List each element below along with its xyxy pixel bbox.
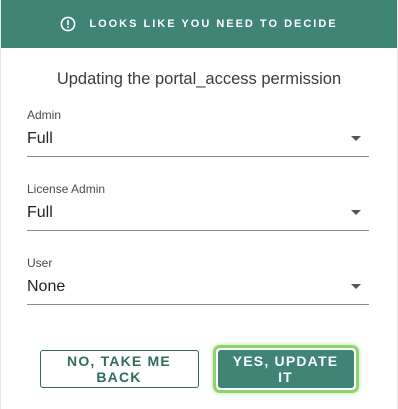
- user-field-label: User: [27, 256, 53, 270]
- permission-fields: Admin Full License Admin Full User None: [27, 106, 369, 328]
- user-field: User None: [27, 254, 369, 328]
- update-it-button[interactable]: YES, UPDATE IT: [217, 350, 354, 388]
- license-admin-select[interactable]: Full: [27, 198, 369, 231]
- admin-select[interactable]: Full: [27, 124, 369, 157]
- dialog-title: LOOKS LIKE YOU NEED TO DECIDE: [89, 18, 338, 30]
- license-admin-field: License Admin Full: [27, 180, 369, 254]
- caret-down-icon: [351, 210, 361, 215]
- dialog-actions: NO, TAKE ME BACK YES, UPDATE IT: [1, 345, 397, 393]
- license-admin-select-value: Full: [27, 204, 53, 221]
- admin-select-value: Full: [27, 130, 53, 147]
- admin-field-label: Admin: [27, 108, 62, 122]
- admin-field: Admin Full: [27, 106, 369, 180]
- license-admin-field-label: License Admin: [27, 182, 106, 196]
- caret-down-icon: [351, 136, 361, 141]
- take-me-back-button[interactable]: NO, TAKE ME BACK: [39, 350, 199, 388]
- user-select[interactable]: None: [27, 272, 369, 305]
- confirm-button-highlight: YES, UPDATE IT: [212, 345, 359, 393]
- confirm-dialog: LOOKS LIKE YOU NEED TO DECIDE Updating t…: [0, 0, 398, 409]
- user-select-value: None: [27, 278, 66, 295]
- dialog-subtitle: Updating the portal_access permission: [56, 70, 342, 88]
- exclamation-circle-icon: [60, 16, 76, 32]
- caret-down-icon: [351, 284, 361, 289]
- dialog-header: LOOKS LIKE YOU NEED TO DECIDE: [1, 0, 397, 48]
